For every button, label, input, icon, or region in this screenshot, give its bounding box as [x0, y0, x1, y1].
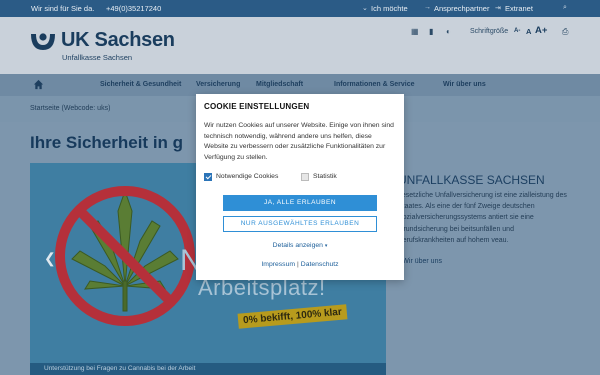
home-icon[interactable]	[33, 79, 44, 90]
nav-item-mitgliedschaft[interactable]: Mitgliedschaft	[256, 81, 303, 88]
nav-item-wir-ueber-uns[interactable]: Wir über uns	[443, 81, 486, 88]
chevron-down-icon: ⌄	[362, 5, 368, 12]
hero-caption-bar: Unterstützung bei Fragen zu Cannabis bei…	[30, 363, 386, 375]
side-title: UNFALLKASSE SACHSEN	[398, 173, 545, 187]
accept-selected-button[interactable]: NUR AUSGEWÄHLTES ERLAUBEN	[223, 216, 377, 232]
font-size-label: Schriftgröße	[470, 28, 509, 35]
font-size-larger[interactable]: A+	[535, 25, 547, 36]
page-title: Ihre Sicherheit in g	[30, 133, 184, 152]
statistics-checkbox[interactable]	[301, 173, 309, 181]
details-toggle[interactable]: Details anzeigen ▾	[196, 242, 404, 249]
login-icon: ⇥	[495, 5, 501, 12]
cookie-dialog: COOKIE EINSTELLUNGEN Wir nutzen Cookies …	[196, 94, 404, 280]
necessary-cookies-label[interactable]: Notwendige Cookies	[216, 173, 278, 180]
statistics-label[interactable]: Statistik	[313, 173, 337, 180]
side-link-label[interactable]: Wir über uns	[402, 258, 442, 265]
font-size-smaller[interactable]: A-	[514, 28, 520, 34]
contrast-icon[interactable]: ◐	[446, 27, 451, 36]
nav-item-versicherung[interactable]: Versicherung	[196, 81, 240, 88]
details-label[interactable]: Details anzeigen	[273, 242, 323, 249]
legal-links: Impressum | Datenschutz	[196, 261, 404, 268]
main-navigation: Sicherheit & Gesundheit Versicherung Mit…	[0, 74, 600, 96]
logo-subtitle: Unfallkasse Sachsen	[62, 53, 133, 62]
cookie-dialog-title: COOKIE EINSTELLUNGEN	[204, 102, 310, 111]
topbar-link-ansprechpartner[interactable]: Ansprechpartner	[434, 4, 489, 13]
cookie-dialog-text: Wir nutzen Cookies auf unserer Website. …	[204, 122, 394, 161]
cannabis-prohibited-icon	[55, 186, 195, 326]
phone-number[interactable]: +49(0)35217240	[106, 4, 161, 13]
printer-icon[interactable]: ⎙	[562, 27, 568, 37]
chevron-down-icon: ▾	[324, 243, 328, 249]
top-bar: Wir sind für Sie da. +49(0)35217240 ⌄ Ic…	[0, 0, 600, 17]
tagline: Wir sind für Sie da.	[31, 4, 95, 13]
arrow-right-icon: →	[424, 4, 431, 11]
impressum-link[interactable]: Impressum	[261, 261, 295, 268]
topbar-link-extranet[interactable]: Extranet	[505, 4, 533, 13]
necessary-cookies-checkbox[interactable]	[204, 173, 212, 181]
side-link-wir-ueber-uns[interactable]: › Wir über uns	[398, 258, 442, 265]
uk-logo-icon[interactable]	[30, 31, 56, 53]
hero-tagline: 0% bekifft, 100% klar	[237, 304, 348, 329]
logo-title[interactable]: UK Sachsen	[61, 29, 175, 52]
topbar-link-ich-moechte[interactable]: Ich möchte	[371, 4, 408, 13]
nav-item-informationen[interactable]: Informationen & Service	[334, 81, 415, 88]
hero-caption[interactable]: Unterstützung bei Fragen zu Cannabis bei…	[44, 365, 195, 372]
font-size-normal[interactable]: A	[526, 27, 531, 36]
breadcrumb-home[interactable]: Startseite (Webcode: uks)	[30, 105, 110, 112]
accept-all-button[interactable]: JA, ALLE ERLAUBEN	[223, 195, 377, 211]
print-page-icon[interactable]: ▮	[429, 27, 433, 36]
side-description: gesetzliche Unfallversicherung ist eine …	[398, 192, 567, 244]
privacy-link[interactable]: Datenschutz	[301, 261, 339, 268]
slider-prev-icon[interactable]: ❮	[44, 250, 56, 267]
search-icon[interactable]: ⌕	[563, 4, 567, 12]
share-icon[interactable]: ▦	[411, 27, 419, 36]
nav-item-sicherheit[interactable]: Sicherheit & Gesundheit	[100, 81, 181, 88]
site-header: UK Sachsen Unfallkasse Sachsen ▦ ▮ ◐ Sch…	[0, 17, 600, 74]
